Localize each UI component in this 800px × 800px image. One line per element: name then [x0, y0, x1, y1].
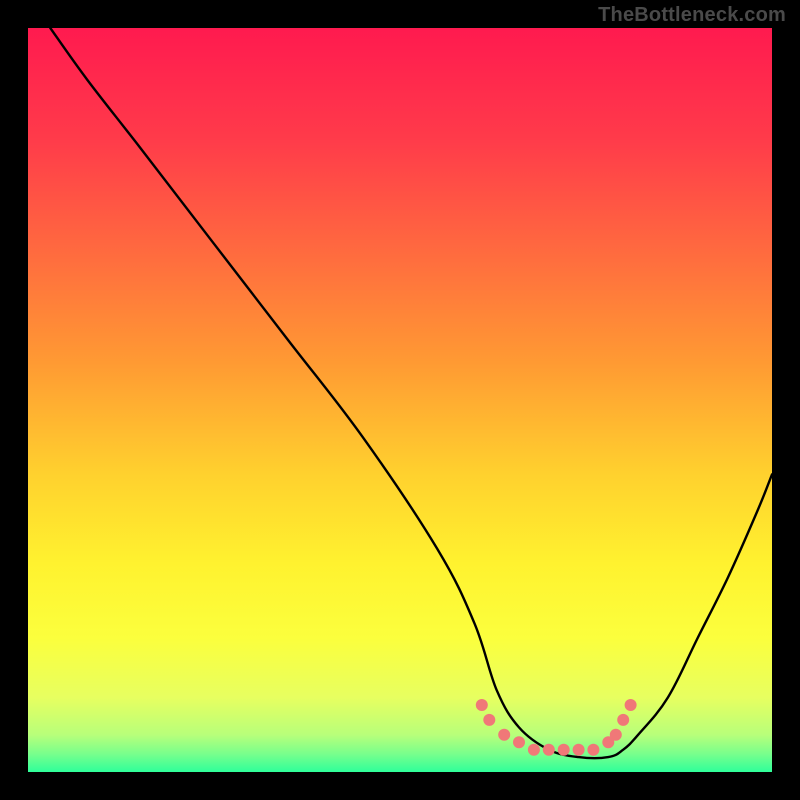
marker-dot — [543, 744, 555, 756]
chart-plot-area — [28, 28, 772, 772]
marker-dot — [528, 744, 540, 756]
chart-svg — [28, 28, 772, 772]
marker-dot — [610, 729, 622, 741]
marker-dot — [625, 699, 637, 711]
marker-dot — [558, 744, 570, 756]
chart-background-gradient — [28, 28, 772, 772]
marker-dot — [476, 699, 488, 711]
marker-dot — [483, 714, 495, 726]
marker-dot — [617, 714, 629, 726]
chart-frame: TheBottleneck.com — [0, 0, 800, 800]
marker-dot — [573, 744, 585, 756]
marker-dot — [513, 736, 525, 748]
marker-dot — [587, 744, 599, 756]
attribution-text: TheBottleneck.com — [598, 4, 786, 27]
marker-dot — [498, 729, 510, 741]
